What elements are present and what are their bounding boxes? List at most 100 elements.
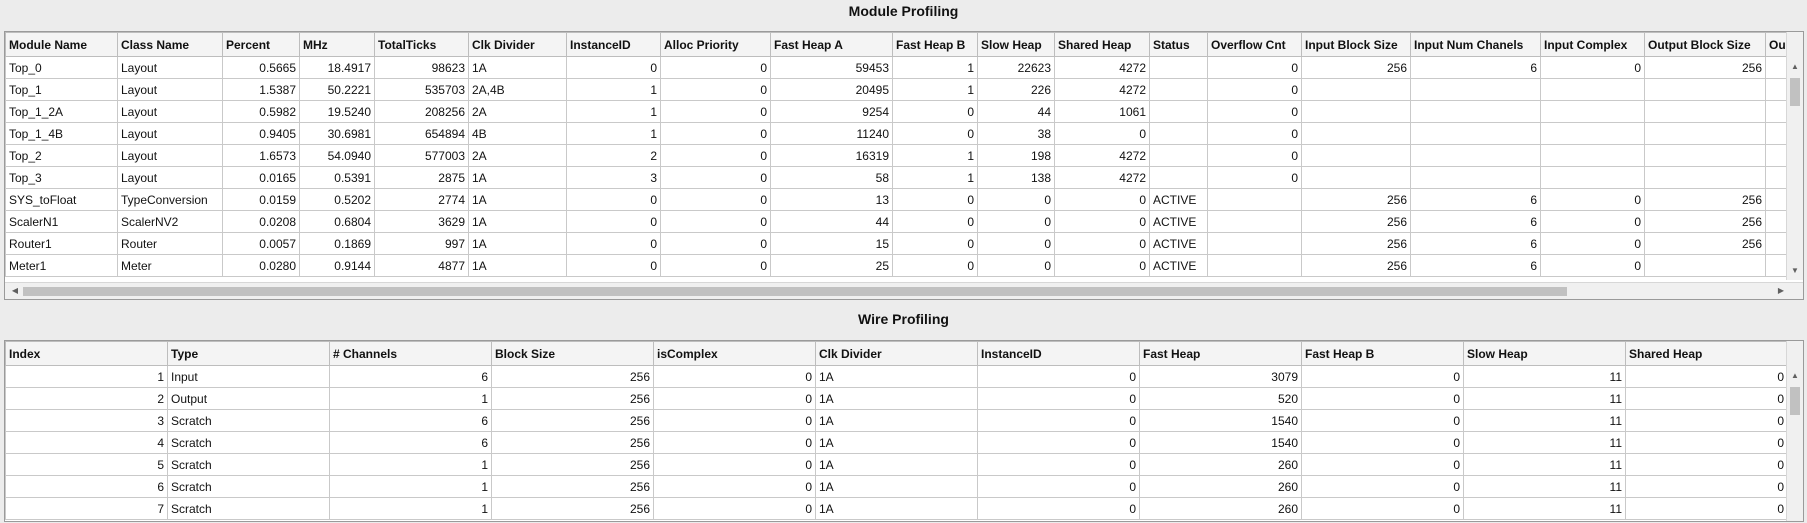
- table-cell: 0: [977, 254, 1055, 277]
- table-row[interactable]: 7 Scratch 1 256 0 1A 0 260 0 11 0: [5, 497, 1788, 520]
- table-cell: 3629: [374, 210, 469, 233]
- module-col-header-module-name[interactable]: Module Name: [5, 32, 118, 57]
- table-cell: 0: [1301, 409, 1464, 432]
- table-row[interactable]: Top_1_2A Layout 0.5982 19.5240 208256 2A 1 0 925…: [5, 100, 1803, 123]
- scroll-right-icon[interactable]: ▶: [1773, 284, 1789, 298]
- table-row[interactable]: ScalerN1 ScalerNV2 0.0208 0.6804 3629 1A 0 0 44 0…: [5, 210, 1803, 233]
- table-cell: Scratch: [167, 497, 330, 520]
- table-row[interactable]: Top_1 Layout 1.5387 50.2221 535703 2A,4B 1 0 204…: [5, 78, 1803, 101]
- module-col-header-slow-heap[interactable]: Slow Heap: [977, 32, 1055, 57]
- table-cell: 0: [566, 210, 661, 233]
- module-col-header-status[interactable]: Status: [1149, 32, 1208, 57]
- table-cell: 0: [566, 56, 661, 79]
- module-col-header-instanceid[interactable]: InstanceID: [566, 32, 661, 57]
- table-row[interactable]: Top_0 Layout 0.5665 18.4917 98623 1A 0 0 59453 1 2…: [5, 56, 1803, 79]
- table-cell: 20495: [770, 78, 893, 101]
- table-cell: 0: [653, 453, 816, 476]
- table-row[interactable]: 4 Scratch 6 256 0 1A 0 1540 0 11 0: [5, 431, 1788, 454]
- wire-col-header-index[interactable]: Index: [5, 341, 168, 366]
- table-cell: 0: [660, 56, 771, 79]
- wire-col-header-block-size[interactable]: Block Size: [491, 341, 654, 366]
- table-cell: 138: [977, 166, 1055, 189]
- table-cell: 256: [491, 387, 654, 410]
- table-cell: [1540, 166, 1645, 189]
- table-cell: 0: [660, 122, 771, 145]
- scroll-down-icon[interactable]: ▼: [1787, 264, 1803, 278]
- wire-profiling-grid[interactable]: Index Type # Channels Block Size isComplex Cl…: [4, 340, 1804, 522]
- scroll-left-icon[interactable]: ◀: [7, 284, 23, 298]
- table-row[interactable]: Router1 Router 0.0057 0.1869 997 1A 0 0 15 0 0 0 ACT…: [5, 232, 1803, 255]
- module-col-header-output-block-size[interactable]: Output Block Size: [1644, 32, 1766, 57]
- module-hscroll-thumb[interactable]: [23, 287, 1567, 296]
- table-row[interactable]: 5 Scratch 1 256 0 1A 0 260 0 11 0: [5, 453, 1788, 476]
- table-cell: 260: [1139, 475, 1302, 498]
- table-cell: 6: [1410, 254, 1541, 277]
- module-col-header-class-name[interactable]: Class Name: [117, 32, 223, 57]
- table-cell: 0: [892, 122, 978, 145]
- table-cell: 4272: [1054, 56, 1150, 79]
- table-cell: 2875: [374, 166, 469, 189]
- table-row[interactable]: SYS_toFloat TypeConversion 0.0159 0.5202 277…: [5, 188, 1803, 211]
- table-cell: Scratch: [167, 475, 330, 498]
- table-cell: [1149, 166, 1208, 189]
- module-col-header-input-num-chanels[interactable]: Input Num Chanels: [1410, 32, 1541, 57]
- table-row[interactable]: Meter1 Meter 0.0280 0.9144 4877 1A 0 0 25 0 0 0 ACTI…: [5, 254, 1803, 277]
- table-row[interactable]: 6 Scratch 1 256 0 1A 0 260 0 11 0: [5, 475, 1788, 498]
- module-col-header-mhz[interactable]: MHz: [299, 32, 375, 57]
- table-cell: 0: [1625, 387, 1788, 410]
- table-cell: Scratch: [167, 409, 330, 432]
- wire-col-header-slow-heap[interactable]: Slow Heap: [1463, 341, 1626, 366]
- wire-col-header-iscomplex[interactable]: isComplex: [653, 341, 816, 366]
- scroll-up-icon[interactable]: ▲: [1787, 369, 1803, 383]
- wire-header-row: Index Type # Channels Block Size isComplex Cl…: [5, 341, 1788, 366]
- table-cell: Top_0: [5, 56, 118, 79]
- table-cell: 1: [5, 365, 168, 388]
- module-col-header-clk-divider[interactable]: Clk Divider: [468, 32, 567, 57]
- module-col-header-overflow-cnt[interactable]: Overflow Cnt: [1207, 32, 1302, 57]
- module-profiling-grid[interactable]: Module Name Class Name Percent MHz TotalTick…: [4, 31, 1804, 300]
- table-cell: 0: [977, 232, 1055, 255]
- module-col-header-input-block-size[interactable]: Input Block Size: [1301, 32, 1411, 57]
- table-row[interactable]: 1 Input 6 256 0 1A 0 3079 0 11 0: [5, 365, 1788, 388]
- module-col-header-input-complex[interactable]: Input Complex: [1540, 32, 1645, 57]
- scroll-up-icon[interactable]: ▲: [1787, 60, 1803, 74]
- module-col-header-alloc-priority[interactable]: Alloc Priority: [660, 32, 771, 57]
- module-vscroll-thumb[interactable]: [1790, 78, 1800, 106]
- table-row[interactable]: Top_2 Layout 1.6573 54.0940 577003 2A 2 0 16319 1…: [5, 144, 1803, 167]
- module-col-header-fast-heap-a[interactable]: Fast Heap A: [770, 32, 893, 57]
- table-cell: 6: [1410, 232, 1541, 255]
- wire-col-header-fast-heap-b[interactable]: Fast Heap B: [1301, 341, 1464, 366]
- module-horizontal-scrollbar[interactable]: ◀ ▶: [5, 282, 1803, 299]
- table-cell: 0: [977, 365, 1140, 388]
- table-row[interactable]: 3 Scratch 6 256 0 1A 0 1540 0 11 0: [5, 409, 1788, 432]
- table-cell: 0: [1207, 100, 1302, 123]
- table-cell: 0: [653, 387, 816, 410]
- table-cell: 0.5665: [222, 56, 300, 79]
- table-row[interactable]: 2 Output 1 256 0 1A 0 520 0 11 0: [5, 387, 1788, 410]
- table-cell: 6: [1410, 210, 1541, 233]
- table-cell: 4B: [468, 122, 567, 145]
- wire-vertical-scrollbar[interactable]: ▲: [1786, 341, 1803, 521]
- wire-col-header-instanceid[interactable]: InstanceID: [977, 341, 1140, 366]
- table-cell: ACTIVE: [1149, 254, 1208, 277]
- wire-col-header-fast-heap[interactable]: Fast Heap: [1139, 341, 1302, 366]
- module-col-header-fast-heap-b[interactable]: Fast Heap B: [892, 32, 978, 57]
- module-col-header-shared-heap[interactable]: Shared Heap: [1054, 32, 1150, 57]
- module-col-header-percent[interactable]: Percent: [222, 32, 300, 57]
- table-cell: 256: [1644, 56, 1766, 79]
- table-cell: Layout: [117, 56, 223, 79]
- table-cell: 44: [770, 210, 893, 233]
- wire-col-header-shared-heap[interactable]: Shared Heap: [1625, 341, 1788, 366]
- module-col-header-totalticks[interactable]: TotalTicks: [374, 32, 469, 57]
- wire-col-header-type[interactable]: Type: [167, 341, 330, 366]
- wire-col-header-channels[interactable]: # Channels: [329, 341, 492, 366]
- wire-vscroll-thumb[interactable]: [1790, 387, 1800, 415]
- table-row[interactable]: Top_1_4B Layout 0.9405 30.6981 654894 4B 1 0 112…: [5, 122, 1803, 145]
- wire-col-header-clk-divider[interactable]: Clk Divider: [815, 341, 978, 366]
- table-cell: Layout: [117, 144, 223, 167]
- table-row[interactable]: Top_3 Layout 0.0165 0.5391 2875 1A 3 0 58 1 138 427…: [5, 166, 1803, 189]
- table-cell: 0: [1207, 166, 1302, 189]
- module-vertical-scrollbar[interactable]: ▲ ▼: [1786, 32, 1803, 280]
- table-cell: 0: [660, 144, 771, 167]
- table-cell: 0: [977, 497, 1140, 520]
